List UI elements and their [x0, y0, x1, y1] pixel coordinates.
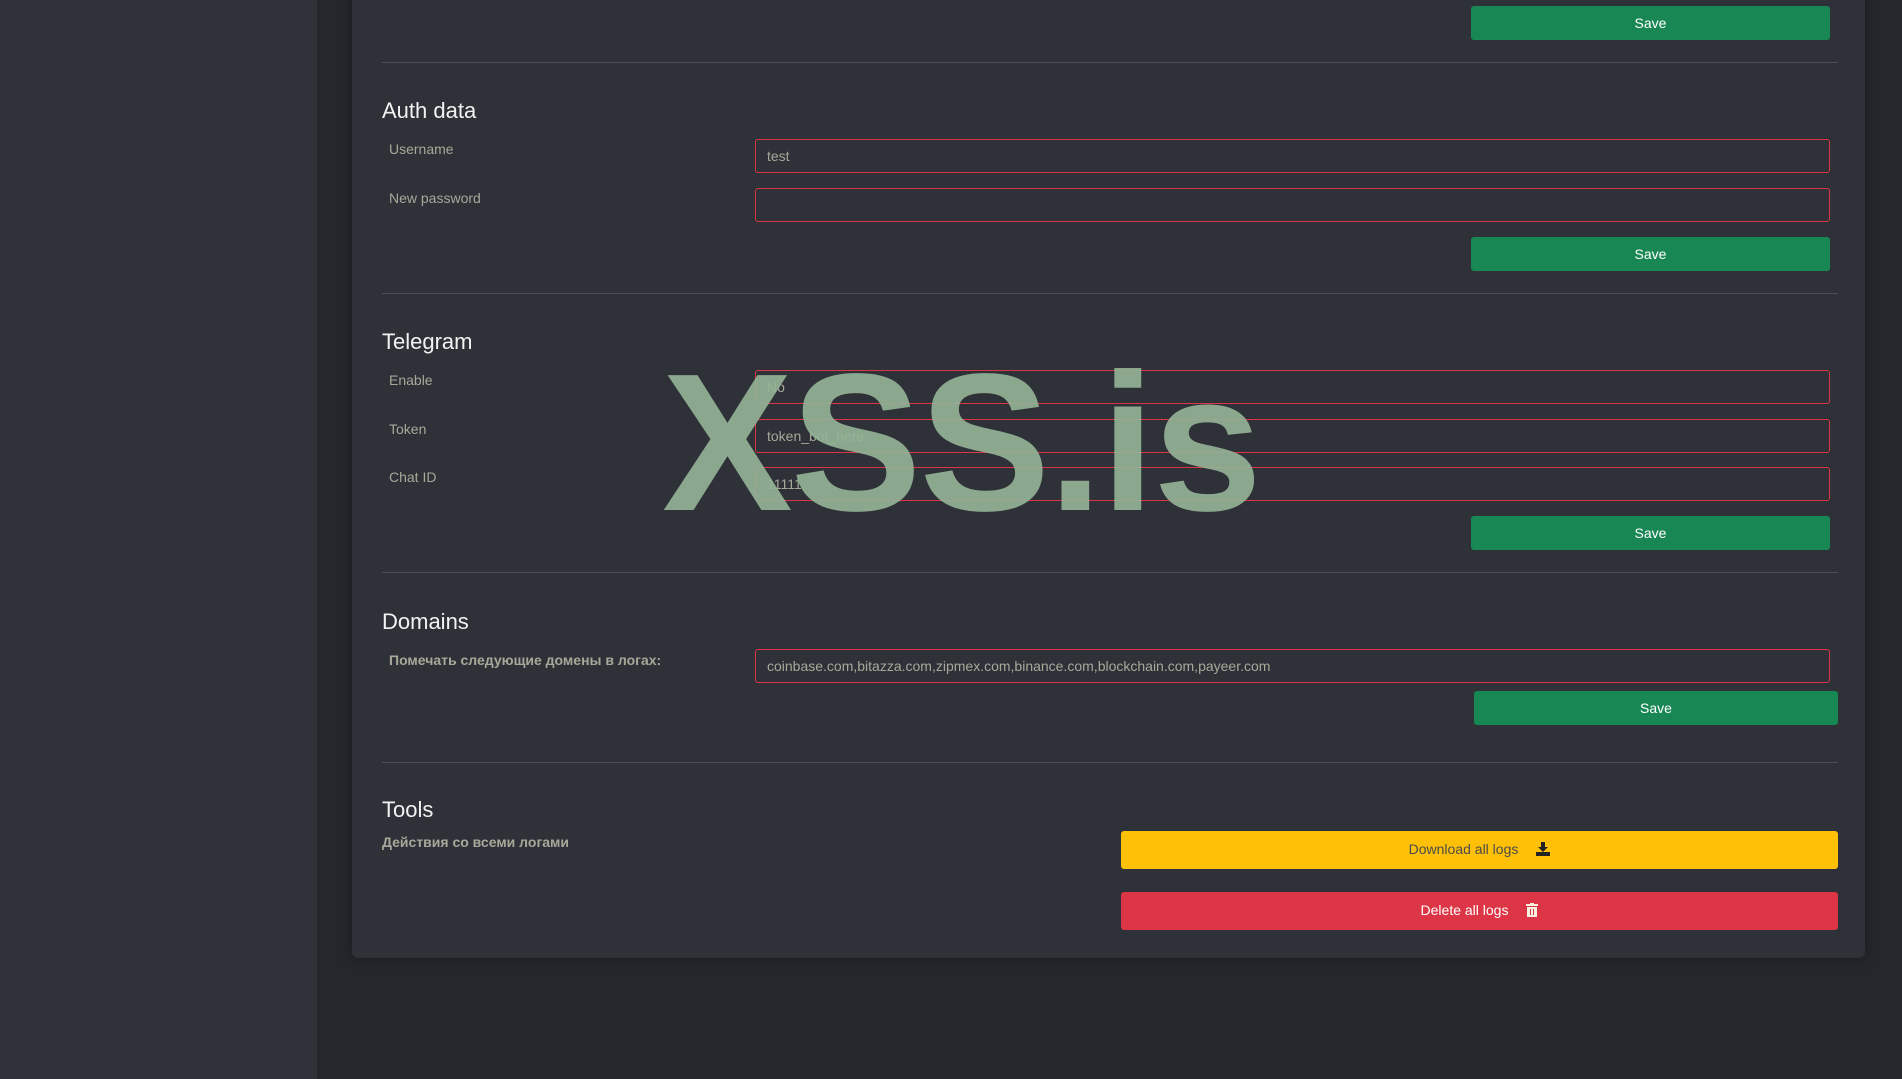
auth-data-heading: Auth data	[382, 98, 477, 123]
divider	[382, 293, 1838, 294]
top-save-button[interactable]: Save	[1471, 6, 1830, 40]
delete-all-logs-button[interactable]: Delete all logs	[1121, 892, 1838, 930]
download-icon	[1536, 841, 1551, 859]
new-password-label: New password	[389, 190, 481, 206]
divider	[382, 762, 1838, 763]
enable-input[interactable]	[755, 370, 1830, 404]
token-input[interactable]	[755, 419, 1830, 453]
enable-label: Enable	[389, 372, 433, 388]
download-all-logs-button[interactable]: Download all logs	[1121, 831, 1838, 869]
sidebar	[0, 0, 317, 1079]
auth-save-button[interactable]: Save	[1471, 237, 1830, 271]
username-label: Username	[389, 141, 454, 157]
tools-label: Действия со всеми логами	[382, 834, 570, 850]
chat-id-input[interactable]	[755, 467, 1830, 501]
domains-heading: Domains	[382, 609, 469, 634]
delete-label: Delete all logs	[1420, 902, 1509, 919]
telegram-heading: Telegram	[382, 329, 473, 354]
domains-save-button[interactable]: Save	[1474, 691, 1838, 725]
username-input[interactable]	[755, 139, 1830, 173]
domains-input[interactable]	[755, 649, 1830, 683]
domains-label: Помечать следующие домены в логах:	[389, 652, 662, 668]
divider	[382, 62, 1838, 63]
new-password-input[interactable]	[755, 188, 1830, 222]
trash-icon	[1526, 902, 1539, 920]
download-label: Download all logs	[1408, 841, 1519, 858]
divider	[382, 572, 1838, 573]
tools-heading: Tools	[382, 797, 434, 822]
telegram-save-button[interactable]: Save	[1471, 516, 1830, 550]
token-label: Token	[389, 421, 427, 437]
chat-id-label: Chat ID	[389, 469, 437, 485]
